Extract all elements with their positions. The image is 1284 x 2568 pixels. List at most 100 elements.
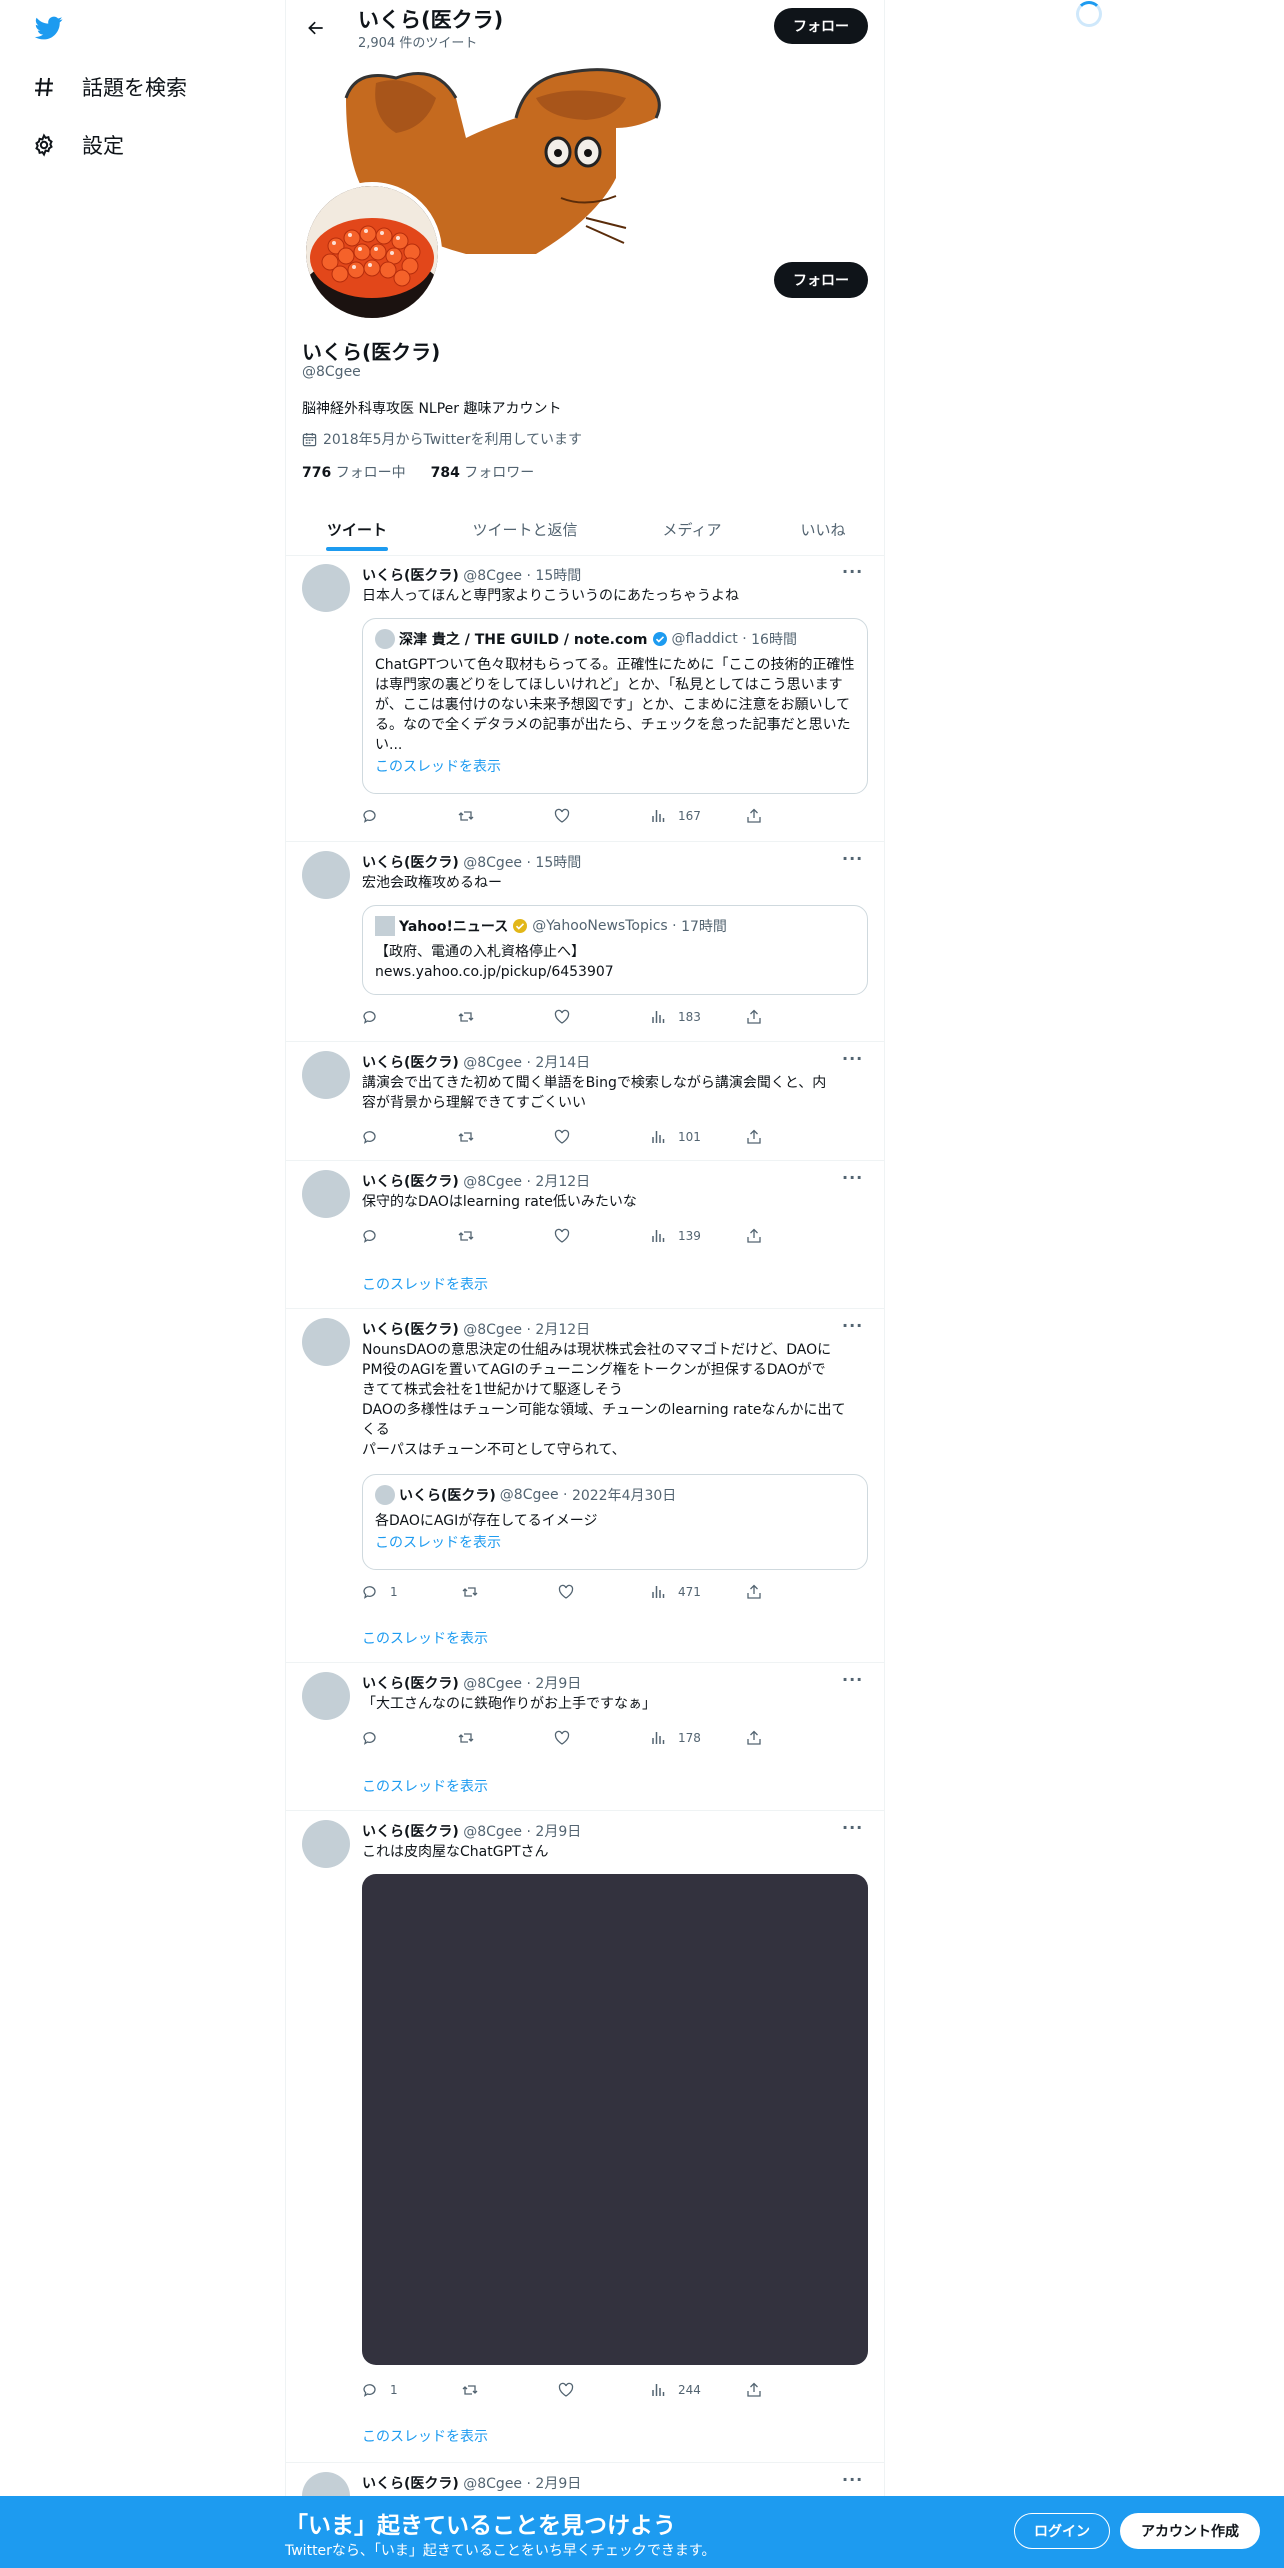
like-button[interactable] bbox=[554, 1127, 570, 1147]
reply-button[interactable] bbox=[362, 1127, 378, 1147]
more-options-icon[interactable]: ··· bbox=[842, 1818, 863, 1837]
quoted-tweet[interactable]: Yahoo!ニュース @YahooNewsTopics · 17時間 【政府、電… bbox=[362, 905, 868, 995]
share-button[interactable] bbox=[746, 806, 762, 826]
views-button[interactable]: 101 bbox=[650, 1127, 701, 1147]
tweet-author-handle[interactable]: @8Cgee bbox=[463, 568, 522, 584]
reply-button[interactable]: 1 bbox=[362, 2380, 398, 2400]
tweet-time[interactable]: 15時間 bbox=[535, 568, 581, 584]
quoted-link[interactable]: news.yahoo.co.jp/pickup/6453907 bbox=[375, 962, 857, 982]
twitter-logo-icon[interactable] bbox=[33, 14, 65, 42]
tweet[interactable]: いくら(医クラ) @8Cgee · 15時間 ··· 日本人ってほんと専門家より… bbox=[286, 556, 884, 842]
tweet[interactable]: いくら(医クラ) @8Cgee · 2月9日 ··· 「大工さんなのに鉄砲作りが… bbox=[286, 1664, 884, 1811]
tweet[interactable]: いくら(医クラ) @8Cgee · 2月12日 ··· NounsDAOの意思決… bbox=[286, 1310, 884, 1663]
share-button[interactable] bbox=[746, 2380, 762, 2400]
views-button[interactable]: 183 bbox=[650, 1007, 701, 1027]
tweet-author-handle[interactable]: @8Cgee bbox=[463, 1055, 522, 1071]
more-options-icon[interactable]: ··· bbox=[842, 1049, 863, 1068]
tweet-avatar[interactable] bbox=[302, 1672, 350, 1720]
tweet-time[interactable]: 2月9日 bbox=[535, 2476, 581, 2492]
show-thread-link[interactable]: このスレッドを表示 bbox=[362, 1776, 488, 1796]
quoted-show-thread-link[interactable]: このスレッドを表示 bbox=[375, 1533, 857, 1553]
more-options-icon[interactable]: ··· bbox=[842, 1670, 863, 1689]
retweet-button[interactable] bbox=[458, 1728, 474, 1748]
tweet-author-handle[interactable]: @8Cgee bbox=[463, 1174, 522, 1190]
tweet-time[interactable]: 15時間 bbox=[535, 855, 581, 871]
like-button[interactable] bbox=[558, 1582, 574, 1602]
tweet-time[interactable]: 2月14日 bbox=[535, 1055, 590, 1071]
tweet-media-image[interactable] bbox=[362, 1874, 868, 2365]
share-button[interactable] bbox=[746, 1226, 762, 1246]
tweet-avatar[interactable] bbox=[302, 1170, 350, 1218]
quoted-show-thread-link[interactable]: このスレッドを表示 bbox=[375, 757, 857, 777]
share-button[interactable] bbox=[746, 1007, 762, 1027]
tweet-author-name[interactable]: いくら(医クラ) bbox=[362, 1676, 459, 1692]
nav-explore[interactable]: 話題を検索 bbox=[30, 67, 187, 107]
tweet-avatar[interactable] bbox=[302, 851, 350, 899]
tweet-author-name[interactable]: いくら(医クラ) bbox=[362, 568, 459, 584]
share-button[interactable] bbox=[746, 1728, 762, 1748]
profile-follow-button[interactable]: フォロー bbox=[774, 262, 868, 298]
views-button[interactable]: 167 bbox=[650, 806, 701, 826]
tweet-author-handle[interactable]: @8Cgee bbox=[463, 1322, 522, 1338]
retweet-button[interactable] bbox=[458, 1226, 474, 1246]
more-options-icon[interactable]: ··· bbox=[842, 1168, 863, 1187]
show-thread-link[interactable]: このスレッドを表示 bbox=[362, 1628, 488, 1648]
tweet-time[interactable]: 2月12日 bbox=[535, 1174, 590, 1190]
like-button[interactable] bbox=[554, 1728, 570, 1748]
tweet-author-name[interactable]: いくら(医クラ) bbox=[362, 1322, 459, 1338]
tweet[interactable]: いくら(医クラ) @8Cgee · 2月9日 ··· これは皮肉屋なChatGP… bbox=[286, 1812, 884, 2463]
tweet-author-name[interactable]: いくら(医クラ) bbox=[362, 2476, 459, 2492]
tweet-author-handle[interactable]: @8Cgee bbox=[463, 1676, 522, 1692]
views-button[interactable]: 139 bbox=[650, 1226, 701, 1246]
more-options-icon[interactable]: ··· bbox=[842, 2470, 863, 2489]
tweet-time[interactable]: 2月9日 bbox=[535, 1824, 581, 1840]
tweet[interactable]: いくら(医クラ) @8Cgee · 2月14日 ··· 講演会で出てきた初めて聞… bbox=[286, 1043, 884, 1161]
followers-link[interactable]: 784 フォロワー bbox=[431, 465, 535, 481]
share-button[interactable] bbox=[746, 1582, 762, 1602]
retweet-button[interactable] bbox=[458, 806, 474, 826]
quoted-tweet[interactable]: いくら(医クラ) @8Cgee · 2022年4月30日 各DAOにAGIが存在… bbox=[362, 1474, 868, 1570]
retweet-button[interactable] bbox=[458, 1127, 474, 1147]
like-button[interactable] bbox=[558, 2380, 574, 2400]
tab-tweets-and-replies[interactable]: ツイートと返信 bbox=[428, 503, 622, 556]
share-button[interactable] bbox=[746, 1127, 762, 1147]
nav-settings[interactable]: 設定 bbox=[30, 125, 124, 165]
retweet-button[interactable] bbox=[458, 1007, 474, 1027]
reply-button[interactable] bbox=[362, 1007, 378, 1027]
reply-button[interactable]: 1 bbox=[362, 1582, 398, 1602]
tweet-author-name[interactable]: いくら(医クラ) bbox=[362, 1174, 459, 1190]
tweet-time[interactable]: 2月12日 bbox=[535, 1322, 590, 1338]
following-link[interactable]: 776 フォロー中 bbox=[302, 465, 406, 481]
retweet-button[interactable] bbox=[462, 1582, 478, 1602]
tweet-author-name[interactable]: いくら(医クラ) bbox=[362, 855, 459, 871]
tweet-author-name[interactable]: いくら(医クラ) bbox=[362, 1824, 459, 1840]
tab-media[interactable]: メディア bbox=[622, 503, 762, 556]
show-thread-link[interactable]: このスレッドを表示 bbox=[362, 1274, 488, 1294]
reply-button[interactable] bbox=[362, 1226, 378, 1246]
tweet-avatar[interactable] bbox=[302, 564, 350, 612]
tweet-avatar[interactable] bbox=[302, 1051, 350, 1099]
more-options-icon[interactable]: ··· bbox=[842, 562, 863, 581]
login-button[interactable]: ログイン bbox=[1014, 2513, 1110, 2549]
profile-avatar[interactable] bbox=[302, 182, 442, 322]
like-button[interactable] bbox=[554, 1226, 570, 1246]
reply-button[interactable] bbox=[362, 1728, 378, 1748]
quoted-tweet[interactable]: 深津 貴之 / THE GUILD / note.com @fladdict ·… bbox=[362, 618, 868, 794]
tweet-author-name[interactable]: いくら(医クラ) bbox=[362, 1055, 459, 1071]
retweet-button[interactable] bbox=[462, 2380, 478, 2400]
tweet-author-handle[interactable]: @8Cgee bbox=[463, 1824, 522, 1840]
like-button[interactable] bbox=[554, 806, 570, 826]
header-follow-button[interactable]: フォロー bbox=[774, 8, 868, 44]
tweet[interactable]: いくら(医クラ) @8Cgee · 2月12日 ··· 保守的なDAOはlear… bbox=[286, 1162, 884, 1309]
tweet[interactable]: いくら(医クラ) @8Cgee · 15時間 ··· 宏池会政権攻めるねー Ya… bbox=[286, 843, 884, 1042]
more-options-icon[interactable]: ··· bbox=[842, 849, 863, 868]
reply-button[interactable] bbox=[362, 806, 378, 826]
back-arrow-icon[interactable] bbox=[302, 14, 330, 42]
tweet-avatar[interactable] bbox=[302, 1820, 350, 1868]
tweet-time[interactable]: 2月9日 bbox=[535, 1676, 581, 1692]
like-button[interactable] bbox=[554, 1007, 570, 1027]
views-button[interactable]: 244 bbox=[650, 2380, 701, 2400]
tweet-author-handle[interactable]: @8Cgee bbox=[463, 2476, 522, 2492]
show-thread-link[interactable]: このスレッドを表示 bbox=[362, 2426, 488, 2446]
tweet-author-handle[interactable]: @8Cgee bbox=[463, 855, 522, 871]
